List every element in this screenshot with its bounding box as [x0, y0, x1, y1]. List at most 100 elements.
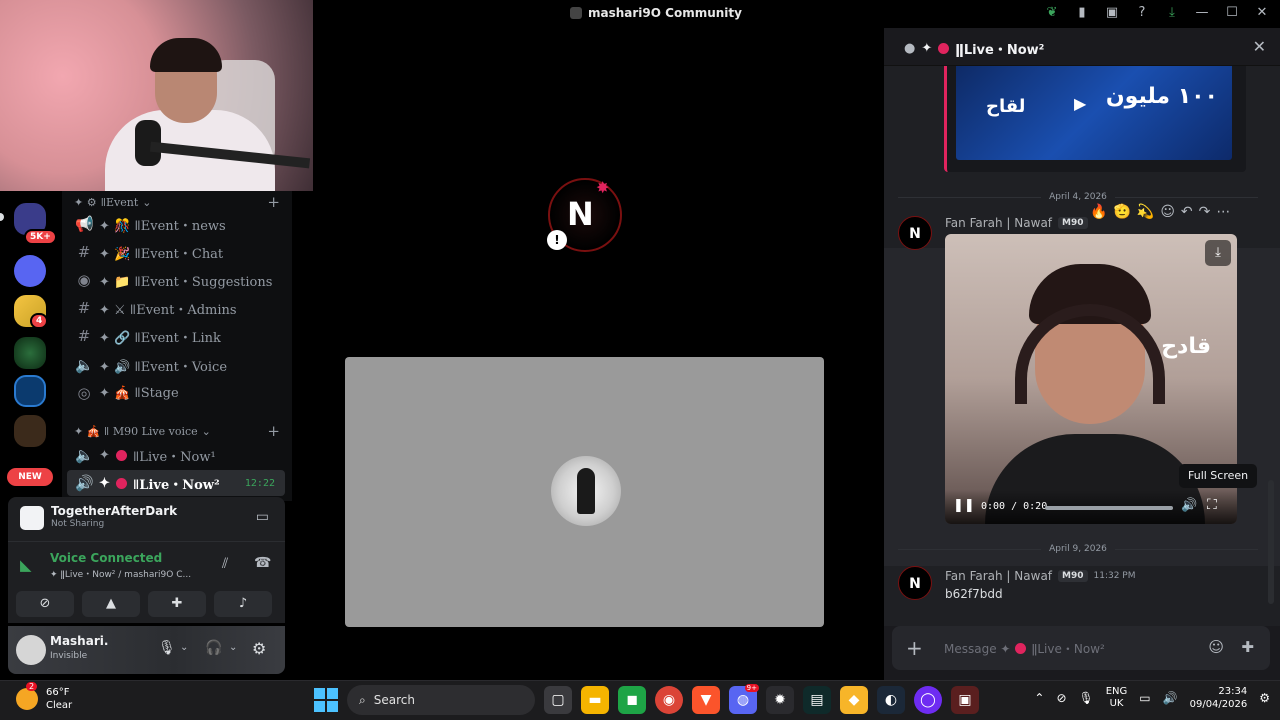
search-icon: ⌕ — [359, 692, 366, 707]
brave-icon[interactable]: ▼ — [692, 686, 720, 714]
headphones-icon[interactable]: 🎧 — [205, 640, 222, 656]
minimize-icon[interactable]: — — [1194, 5, 1210, 21]
thread-icon: ● — [904, 41, 916, 56]
channel-live-now-2[interactable]: 🔊 ✦ ǁLive・Now² 12:22 — [67, 470, 285, 496]
avatar[interactable] — [16, 635, 46, 665]
category-event[interactable]: ✦ ⚙ ǁEvent ⌄ + — [74, 193, 280, 211]
play-icon[interactable]: ▶ — [1074, 94, 1086, 113]
message-author[interactable]: Fan Farah | Nawaf M90 — [945, 216, 1088, 230]
share-screen-button[interactable]: ▲ — [82, 591, 140, 617]
video-progress-bar[interactable] — [1045, 506, 1173, 510]
microphone-icon[interactable]: 🎙 — [158, 640, 176, 656]
discord-icon[interactable]: ◍ 9+ — [729, 684, 759, 714]
volume-icon[interactable]: 🔊 — [1181, 498, 1197, 513]
server-icon-5[interactable] — [14, 415, 46, 447]
add-attachment-icon[interactable]: + — [906, 636, 923, 660]
channel-live-now-1[interactable]: 🔈 ✦ ǁLive・Now¹ — [67, 442, 285, 468]
voice-status[interactable]: Voice Connected — [50, 551, 162, 565]
server-pill — [0, 213, 4, 221]
video-time: 0:00 / 0:20 — [981, 501, 1048, 512]
author-avatar[interactable]: N — [898, 566, 932, 600]
fullscreen-icon[interactable]: ⛶ — [1207, 497, 1217, 513]
download-icon[interactable]: ⤓ — [1205, 240, 1231, 266]
channel-stage[interactable]: ◎ ✦ 🎪 ǁStage — [67, 380, 285, 406]
network-off-icon[interactable]: ⊘ — [1056, 691, 1066, 705]
add-channel-icon[interactable]: + — [267, 422, 280, 440]
window-title: mashari9O Community — [570, 6, 742, 20]
reply-icon[interactable]: ↶ — [1181, 204, 1193, 220]
app-icon-red[interactable]: ▣ — [951, 686, 979, 714]
author-avatar[interactable]: N — [898, 216, 932, 250]
reaction-hand-icon[interactable]: 💫 — [1137, 204, 1154, 220]
soundboard-button[interactable]: ♪ — [214, 591, 272, 617]
chevron-down-icon[interactable]: ⌄ — [180, 642, 188, 653]
screen-share-icon[interactable]: ▭ — [256, 509, 269, 525]
pause-icon[interactable]: ❚❚ — [953, 498, 975, 513]
bookmark-icon[interactable]: ▮ — [1074, 5, 1090, 21]
close-window-icon[interactable]: ✕ — [1254, 5, 1270, 21]
disconnect-icon[interactable]: ☎ — [254, 555, 271, 571]
category-live-voice[interactable]: ✦ 🎪 ǁ M90 Live voice ⌄ + — [74, 422, 280, 440]
monitor-icon[interactable]: ▭ — [1139, 691, 1150, 705]
notification-icon[interactable]: ⚙ — [1259, 691, 1270, 705]
file-explorer-icon[interactable]: ▬ — [581, 686, 609, 714]
reaction-fire-icon[interactable]: 🔥 — [1090, 204, 1107, 220]
embed-thumbnail[interactable]: ١٠٠ مليون لقاح ▶ — [956, 66, 1232, 160]
clock[interactable]: 23:34 09/04/2026 — [1190, 685, 1248, 711]
voice-channel[interactable]: ✦ ǁLive・Now² / mashari9O C... — [50, 567, 191, 580]
chat-scrollbar[interactable] — [1268, 480, 1274, 604]
server-folder-icon[interactable] — [14, 255, 46, 287]
task-view-icon[interactable]: ▢ — [544, 686, 572, 714]
speaker-icon: 🔈 — [75, 356, 94, 374]
server-icon-3[interactable] — [14, 337, 46, 369]
chat-title: ● ✦ ǁLive・Now² — [904, 41, 1045, 58]
help-icon[interactable]: ? — [1134, 5, 1150, 21]
discord-app: mashari9O Community ❦ ▮ ▣ ? ⤓ — ☐ ✕ 5K+ … — [0, 0, 1280, 680]
channel-event-voice[interactable]: 🔈 ✦ 🔊 ǁEvent・Voice — [67, 352, 285, 378]
microphone-icon[interactable]: 🎙 — [1079, 691, 1094, 705]
nitro-icon[interactable]: ❦ — [1044, 5, 1060, 21]
search-box[interactable]: ⌕ Search — [347, 685, 535, 715]
app-icon-yellow[interactable]: ◆ — [840, 686, 868, 714]
weather-widget[interactable]: 2 66°F Clear — [16, 682, 72, 712]
activity-panel: TogetherAfterDark Not Sharing ▭ — [8, 497, 285, 541]
terminal-icon[interactable]: ▤ — [803, 686, 831, 714]
steelseries-icon[interactable]: ✹ — [766, 686, 794, 714]
inbox-icon[interactable]: ▣ — [1104, 5, 1120, 21]
chevron-up-icon[interactable]: ⌃ — [1034, 691, 1044, 705]
app-icon-purple[interactable]: ◯ — [914, 686, 942, 714]
forward-icon[interactable]: ↷ — [1199, 204, 1211, 220]
add-channel-icon[interactable]: + — [267, 193, 280, 211]
start-button[interactable] — [314, 688, 338, 712]
new-badge[interactable]: NEW — [7, 468, 53, 486]
server-icon-4[interactable] — [14, 375, 46, 407]
channel-event-admins[interactable]: # ✦ ⚔ ǁEvent・Admins — [67, 295, 285, 321]
apps-icon[interactable]: ✚ — [1241, 638, 1254, 656]
emoji-icon[interactable]: ☺ — [1208, 638, 1224, 656]
more-icon[interactable]: ⋯ — [1216, 204, 1230, 220]
channel-event-link[interactable]: # ✦ 🔗 ǁEvent・Link — [67, 323, 285, 349]
message-composer[interactable]: + Message ✦ ǁLive・Now² ☺ ✚ — [892, 626, 1270, 670]
chevron-down-icon[interactable]: ⌄ — [229, 642, 237, 653]
noise-suppression-icon[interactable]: ⫽ — [222, 556, 228, 572]
volume-icon[interactable]: 🔊 — [1163, 691, 1178, 705]
app-icon-green[interactable]: ◼ — [618, 686, 646, 714]
channel-event-chat[interactable]: # ✦ 🎉 ǁEvent・Chat — [67, 239, 285, 265]
camera-off-button[interactable]: ⊘ — [16, 591, 74, 617]
language-indicator[interactable]: ENG UK — [1106, 686, 1128, 710]
download-icon[interactable]: ⤓ — [1164, 5, 1180, 21]
message-author[interactable]: Fan Farah | Nawaf M90 11:32 PM — [945, 569, 1136, 583]
close-icon[interactable]: ✕ — [1253, 37, 1266, 56]
chrome-icon[interactable]: ◉ — [655, 686, 683, 714]
channel-event-news[interactable]: 📢 ✦ 🎊 ǁEvent・news — [67, 211, 285, 237]
maximize-icon[interactable]: ☐ — [1224, 5, 1240, 21]
signal-icon[interactable]: ◣ — [20, 556, 32, 574]
reaction-face-icon[interactable]: 🫡 — [1113, 204, 1130, 220]
steam-icon[interactable]: ◐ — [877, 686, 905, 714]
message-input[interactable]: Message ✦ ǁLive・Now² — [944, 640, 1105, 657]
gear-icon[interactable]: ⚙ — [252, 639, 266, 658]
date-separator: April 9, 2026 — [898, 544, 1258, 554]
activities-button[interactable]: ✚ — [148, 591, 206, 617]
channel-event-suggestions[interactable]: ◉ ✦ 📁 ǁEvent・Suggestions — [67, 267, 285, 293]
add-reaction-icon[interactable]: ☺ — [1160, 204, 1175, 220]
